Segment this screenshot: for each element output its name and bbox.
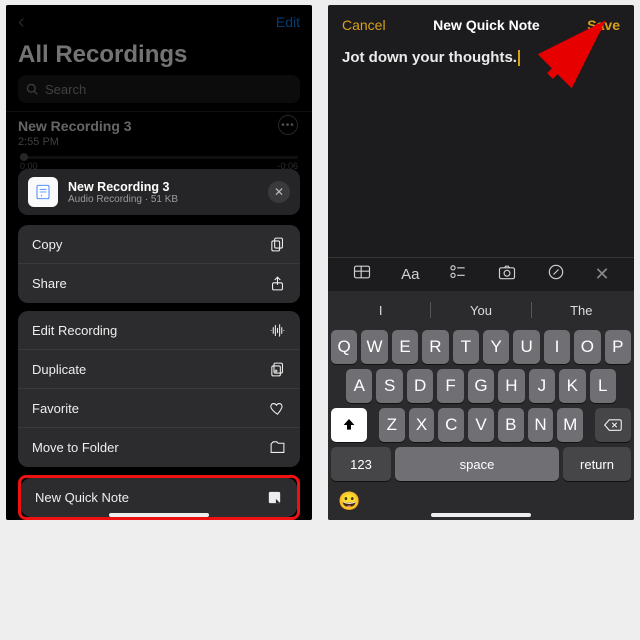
key-n[interactable]: N [528,408,554,442]
key-backspace[interactable] [595,408,631,442]
key-o[interactable]: O [574,330,600,364]
suggestion-1[interactable]: I [331,303,430,318]
key-p[interactable]: P [605,330,631,364]
menu-quicknote-label: New Quick Note [35,490,129,505]
folder-icon [269,439,286,456]
key-m[interactable]: M [557,408,583,442]
menu-copy[interactable]: Copy [18,225,300,264]
share-icon [269,275,286,292]
key-b[interactable]: B [498,408,524,442]
key-f[interactable]: F [437,369,463,403]
key-r[interactable]: R [422,330,448,364]
key-x[interactable]: X [409,408,435,442]
menu-edit-recording[interactable]: Edit Recording [18,311,300,350]
key-g[interactable]: G [468,369,494,403]
menu-duplicate[interactable]: Duplicate [18,350,300,389]
key-u[interactable]: U [513,330,539,364]
key-w[interactable]: W [361,330,387,364]
note-text: Jot down your thoughts. [342,49,517,66]
suggestion-bar: I You The [331,295,631,325]
save-button[interactable]: Save [587,17,620,33]
note-editor[interactable]: Jot down your thoughts. [328,45,634,71]
waveform-icon [269,322,286,339]
key-123[interactable]: 123 [331,447,391,481]
close-button[interactable]: ✕ [268,181,290,203]
text-format-button[interactable]: Aa [401,266,419,283]
suggestion-3[interactable]: The [532,303,631,318]
menu-share[interactable]: Share [18,264,300,303]
audio-file-icon [28,177,58,207]
quick-note-icon [266,489,283,506]
key-i[interactable]: I [544,330,570,364]
key-y[interactable]: Y [483,330,509,364]
table-icon[interactable] [352,262,372,287]
key-q[interactable]: Q [331,330,357,364]
key-l[interactable]: L [590,369,616,403]
key-shift[interactable] [331,408,367,442]
menu-copy-label: Copy [32,237,62,252]
share-sheet: New Recording 3 Audio Recording · 51 KB … [6,169,312,520]
menu-move-label: Move to Folder [32,440,119,455]
suggestion-2[interactable]: You [431,303,530,318]
key-c[interactable]: C [438,408,464,442]
key-s[interactable]: S [376,369,402,403]
text-caret [518,50,520,66]
copy-icon [269,236,286,253]
attachment-title: New Recording 3 [68,180,178,194]
menu-edit-label: Edit Recording [32,323,117,338]
attachment-sub: Audio Recording · 51 KB [68,194,178,205]
heart-icon [269,400,286,417]
menu-duplicate-label: Duplicate [32,362,86,377]
key-d[interactable]: D [407,369,433,403]
cancel-button[interactable]: Cancel [342,17,386,33]
emoji-button[interactable]: 😀 [338,491,360,512]
key-h[interactable]: H [498,369,524,403]
key-a[interactable]: A [346,369,372,403]
dismiss-toolbar-button[interactable]: ✕ [594,264,609,285]
checklist-icon[interactable] [448,262,468,287]
modal-title: New Quick Note [433,17,540,33]
key-e[interactable]: E [392,330,418,364]
camera-icon[interactable] [497,262,517,287]
menu-share-label: Share [32,276,67,291]
key-j[interactable]: J [529,369,555,403]
menu-favorite[interactable]: Favorite [18,389,300,428]
key-t[interactable]: T [453,330,479,364]
key-space[interactable]: space [395,447,559,481]
menu-new-quick-note[interactable]: New Quick Note [21,478,297,517]
key-z[interactable]: Z [379,408,405,442]
keyboard: I You The Q W E R T Y U I O P A S [328,291,634,520]
quick-note-screen: Cancel New Quick Note Save Jot down your… [328,5,634,520]
key-return[interactable]: return [563,447,631,481]
format-toolbar: Aa ✕ [328,257,634,291]
markup-icon[interactable] [546,262,566,287]
duplicate-icon [269,361,286,378]
key-v[interactable]: V [468,408,494,442]
home-indicator[interactable] [109,513,209,517]
menu-favorite-label: Favorite [32,401,79,416]
home-indicator[interactable] [431,513,531,517]
attachment-card: New Recording 3 Audio Recording · 51 KB … [18,169,300,215]
key-k[interactable]: K [559,369,585,403]
menu-move-folder[interactable]: Move to Folder [18,428,300,467]
voice-memos-screen: ‹ Edit All Recordings Search New Recordi… [6,5,312,520]
